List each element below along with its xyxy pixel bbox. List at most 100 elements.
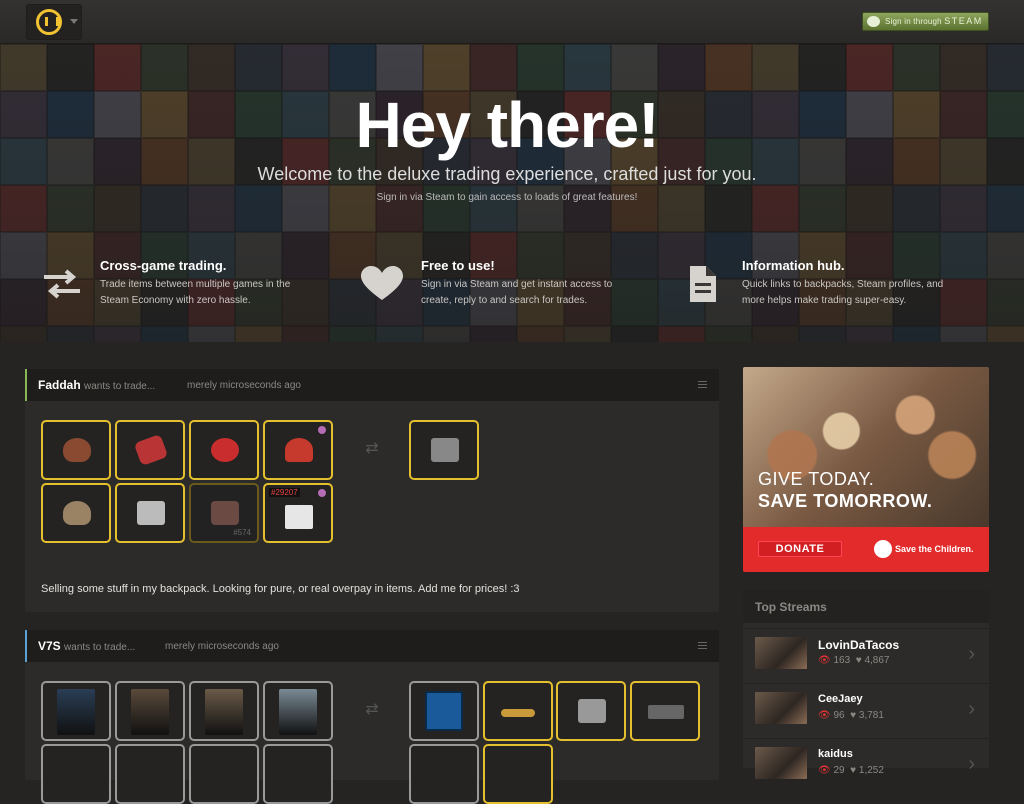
trade-timestamp: merely microseconds ago	[187, 380, 301, 391]
logo-menu-button[interactable]	[26, 4, 82, 40]
stream-stats: 👁 29 ♥ 1,252	[818, 765, 884, 776]
donate-button[interactable]: DONATE	[758, 541, 842, 557]
shuffle-icon: ⇄	[365, 440, 379, 457]
hero-banner: Hey there! Welcome to the deluxe trading…	[0, 44, 1024, 342]
trade-item[interactable]	[189, 420, 259, 480]
stream-stats: 👁 163 ♥ 4,867	[818, 655, 889, 666]
trade-username[interactable]: Faddah	[38, 378, 81, 392]
stream-name: CeeJaey	[818, 693, 863, 705]
heart-icon: ♥	[855, 655, 862, 666]
trade-listing: Faddah wants to trade... merely microsec…	[25, 369, 719, 612]
trade-item[interactable]	[409, 681, 479, 741]
feature-title: Cross-game trading.	[100, 258, 227, 273]
trade-item[interactable]	[115, 744, 185, 804]
eye-icon: 👁	[818, 710, 831, 721]
hero-note: Sign in via Steam to gain access to load…	[376, 192, 638, 203]
heart-icon	[361, 266, 403, 300]
stream-name: LovinDaTacos	[818, 638, 900, 652]
trade-item[interactable]	[556, 681, 626, 741]
trade-item[interactable]	[189, 681, 259, 741]
caret-down-icon	[70, 19, 78, 24]
trade-header: Faddah wants to trade... merely microsec…	[25, 369, 719, 401]
trade-username[interactable]: V7S	[38, 639, 61, 653]
stream-stats: 👁 96 ♥ 3,781	[818, 710, 884, 721]
heart-icon: ♥	[850, 710, 857, 721]
trade-item[interactable]	[263, 681, 333, 741]
trade-item[interactable]	[115, 681, 185, 741]
trade-item[interactable]	[41, 744, 111, 804]
trade-menu-icon[interactable]	[698, 642, 707, 649]
stream-thumbnail	[755, 692, 807, 724]
trade-item[interactable]	[115, 483, 185, 543]
ad-org-name: Save the Children.	[895, 544, 974, 554]
trade-wants-label: wants to trade...	[84, 381, 156, 392]
trade-item[interactable]	[41, 483, 111, 543]
eye-icon: 👁	[818, 765, 831, 776]
trade-item[interactable]	[41, 420, 111, 480]
steam-icon	[867, 16, 880, 27]
trade-item[interactable]	[483, 681, 553, 741]
unusual-dot-icon	[318, 426, 326, 434]
stream-name: kaidus	[818, 748, 853, 760]
steam-signin-word: STEAM	[944, 16, 983, 26]
ad-headline-1: GIVE TODAY.	[758, 469, 875, 489]
trade-item[interactable]	[483, 744, 553, 804]
top-streams-panel: Top Streams LovinDaTacos 👁 163 ♥ 4,867 ›…	[743, 590, 989, 779]
stream-item[interactable]: LovinDaTacos 👁 163 ♥ 4,867 ›	[743, 628, 989, 682]
chevron-right-icon: ›	[968, 698, 975, 720]
exchange-arrows-icon	[44, 269, 80, 299]
unusual-dot-icon	[318, 489, 326, 497]
ad-footer-bar: DONATE Save the Children.	[743, 527, 989, 572]
heart-icon: ♥	[850, 765, 857, 776]
trade-wants-label: wants to trade...	[64, 642, 136, 653]
ad-headline-2: SAVE TOMORROW.	[758, 491, 933, 511]
save-the-children-ad[interactable]: GIVE TODAY. SAVE TOMORROW. DONATE Save t…	[743, 367, 989, 572]
trade-item[interactable]	[409, 420, 479, 480]
trade-item[interactable]	[115, 420, 185, 480]
stream-item[interactable]: CeeJaey 👁 96 ♥ 3,781 ›	[743, 683, 989, 737]
item-number: #574	[233, 528, 251, 537]
stream-item[interactable]: kaidus 👁 29 ♥ 1,252 ›	[743, 738, 989, 792]
stream-viewers: 29	[833, 765, 845, 776]
trade-item[interactable]	[409, 744, 479, 804]
document-icon	[690, 266, 716, 302]
feature-desc: Quick links to backpacks, Steam profiles…	[742, 279, 944, 306]
trade-item[interactable]	[630, 681, 700, 741]
feature-title: Free to use!	[421, 258, 495, 273]
stream-thumbnail	[755, 747, 807, 779]
trade-item[interactable]	[263, 420, 333, 480]
stream-viewers: 163	[833, 655, 851, 666]
stream-viewers: 96	[833, 710, 845, 721]
top-navbar: Sign in through STEAM	[0, 0, 1024, 44]
eye-icon: 👁	[818, 655, 831, 666]
trade-item[interactable]: #574	[189, 483, 259, 543]
feature-desc: Sign in via Steam and get instant access…	[421, 279, 613, 306]
item-tag: #29207	[269, 488, 300, 497]
shuffle-icon: ⇄	[365, 701, 379, 718]
stream-thumbnail	[755, 637, 807, 669]
top-streams-title: Top Streams	[755, 600, 827, 614]
trade-item[interactable]	[41, 681, 111, 741]
backpack-logo-icon	[36, 9, 62, 35]
chevron-right-icon: ›	[968, 643, 975, 665]
trade-item[interactable]: #29207	[263, 483, 333, 543]
feature-desc: Trade items between multiple games in th…	[100, 279, 291, 306]
steam-signin-prefix: Sign in through	[885, 17, 945, 26]
feature-free: Free to use! Sign in via Steam and get i…	[361, 258, 621, 318]
hero-subtitle: Welcome to the deluxe trading experience…	[257, 164, 757, 184]
trade-listing: V7S wants to trade... merely microsecond…	[25, 630, 719, 804]
steam-signin-button[interactable]: Sign in through STEAM	[862, 12, 989, 31]
trade-note: Selling some stuff in my backpack. Looki…	[41, 583, 520, 595]
trade-timestamp: merely microseconds ago	[165, 641, 279, 652]
trade-item[interactable]	[189, 744, 259, 804]
save-the-children-logo-icon	[874, 540, 892, 558]
feature-cross-game: Cross-game trading. Trade items between …	[40, 258, 300, 318]
stream-followers: 1,252	[858, 765, 884, 776]
chevron-right-icon: ›	[968, 753, 975, 775]
feature-title: Information hub.	[742, 258, 845, 273]
trade-menu-icon[interactable]	[698, 381, 707, 388]
trade-item[interactable]	[263, 744, 333, 804]
feature-info-hub: Information hub. Quick links to backpack…	[682, 258, 943, 318]
hero-title: Hey there!	[355, 89, 660, 161]
stream-followers: 3,781	[858, 710, 884, 721]
